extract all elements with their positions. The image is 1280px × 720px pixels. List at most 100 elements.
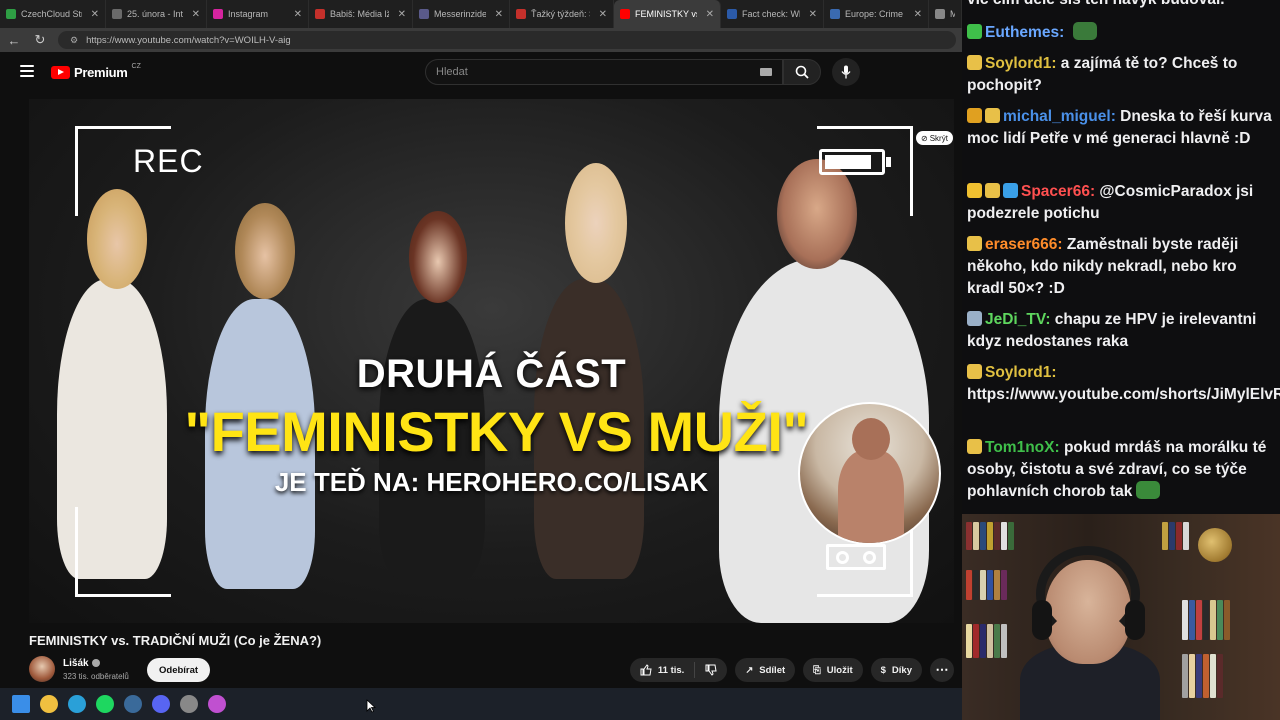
- tab-close-icon[interactable]: ✕: [91, 9, 99, 20]
- chat-badge-icon[interactable]: [967, 311, 982, 326]
- chat-message: Spacer66: @CosmicParadox jsi podezrele p…: [967, 183, 1254, 222]
- chat-badge-icon[interactable]: [967, 55, 982, 70]
- search-icon: [795, 65, 809, 79]
- windows-start-icon[interactable]: [12, 695, 30, 713]
- browser-tab[interactable]: CzechCloud Strea ✕: [0, 0, 106, 28]
- channel-name-row[interactable]: Lišák: [63, 658, 129, 669]
- thanks-label: Díky: [891, 664, 912, 676]
- obs-icon[interactable]: [180, 695, 198, 713]
- thanks-icon: $: [880, 664, 886, 676]
- chat-message-fragment: víc čím déle sis ten návyk budoval.: [967, 0, 1277, 11]
- thanks-button[interactable]: $ Díky: [870, 658, 922, 682]
- tab-close-icon[interactable]: ✕: [294, 9, 302, 20]
- mouse-cursor-icon: [366, 699, 376, 713]
- discord-icon[interactable]: [152, 695, 170, 713]
- browser-tab[interactable]: Ma: [929, 0, 962, 28]
- tab-close-icon[interactable]: ✕: [914, 9, 922, 20]
- tab-close-icon[interactable]: ✕: [809, 9, 817, 20]
- headphone-earcup-left: [1032, 600, 1052, 640]
- tab-close-icon[interactable]: ✕: [706, 9, 714, 20]
- voice-search-button[interactable]: [832, 58, 860, 86]
- browser-tab[interactable]: Messerinzidenz ✕: [413, 0, 510, 28]
- tab-label: Europe: Crime Ind: [845, 9, 905, 19]
- search-button[interactable]: [783, 59, 821, 85]
- chat-badge-icon[interactable]: [1003, 183, 1018, 198]
- file-explorer-icon[interactable]: [40, 695, 58, 713]
- battery-icon: [819, 149, 891, 175]
- battery-fill: [825, 155, 871, 169]
- chat-badge-icon[interactable]: [967, 364, 982, 379]
- youtube-logo[interactable]: Premium CZ: [51, 63, 141, 80]
- edge-browser-icon[interactable]: [68, 695, 86, 713]
- bookshelf-left: [966, 522, 1014, 550]
- like-count: 11 tis.: [657, 664, 685, 676]
- stream-chat: víc čím déle sis ten návyk budoval. Euth…: [962, 0, 1280, 514]
- chat-username[interactable]: Spacer66: [1021, 183, 1090, 200]
- cassette-icon: [826, 544, 886, 570]
- chat-username[interactable]: Euthemes: [985, 24, 1059, 41]
- like-button[interactable]: 11 tis.: [630, 658, 694, 682]
- hide-label: Skrýt: [929, 133, 948, 143]
- like-dislike-group: 11 tis.: [629, 658, 728, 682]
- channel-name: Lišák: [63, 657, 89, 669]
- video-player[interactable]: REC ⊘ Skrýt DRUHÁ ČÁST "FEMINISTKY VS MU…: [29, 99, 954, 623]
- search-input[interactable]: Hledat: [425, 59, 783, 85]
- browser-tab[interactable]: Fact check: Which ✕: [721, 0, 824, 28]
- url-text: https://www.youtube.com/watch?v=WOILH-V-…: [86, 34, 291, 46]
- chat-message-text: https://www.youtube.com/shorts/JiMylElvR…: [967, 386, 1280, 403]
- bookshelf-right-3: [1182, 654, 1223, 698]
- keyboard-icon[interactable]: [760, 68, 772, 76]
- chat-username[interactable]: JeDi_TV: [985, 311, 1045, 328]
- dislike-button[interactable]: [695, 658, 727, 682]
- copilot-icon[interactable]: [208, 695, 226, 713]
- browser-tab[interactable]: FEMINISTKY vs. TR ✕: [614, 0, 721, 28]
- tab-close-icon[interactable]: ✕: [495, 9, 503, 20]
- back-arrow-icon[interactable]: ←: [6, 33, 22, 48]
- more-options-icon[interactable]: ⋯: [930, 658, 954, 682]
- tab-close-icon[interactable]: ✕: [398, 9, 406, 20]
- tab-label: Messerinzidenz: [434, 9, 486, 19]
- steam-icon[interactable]: [124, 695, 142, 713]
- spotify-icon[interactable]: [96, 695, 114, 713]
- tab-favicon-icon: [112, 9, 122, 19]
- chat-message: michal_miguel: Dneska to řeší kurva moc …: [967, 108, 1272, 147]
- chat-username[interactable]: Soylord1: [985, 364, 1051, 381]
- chat-badge-icon[interactable]: [967, 236, 982, 251]
- chat-badge-icon[interactable]: [967, 24, 982, 39]
- chat-message: eraser666: Zaměstnali byste raději někoh…: [967, 236, 1239, 297]
- channel-avatar[interactable]: [29, 656, 55, 682]
- chat-badge-icon[interactable]: [967, 183, 982, 198]
- save-button[interactable]: ⎘ Uložit: [803, 658, 863, 682]
- browser-tab[interactable]: Europe: Crime Ind ✕: [824, 0, 929, 28]
- browser-tab[interactable]: Babiš: Média lžou ✕: [309, 0, 413, 28]
- tab-favicon-icon: [6, 9, 16, 19]
- url-field[interactable]: ⚙ https://www.youtube.com/watch?v=WOILH-…: [58, 31, 956, 49]
- hide-button[interactable]: ⊘ Skrýt: [916, 131, 953, 145]
- tab-label: Ma: [950, 9, 955, 19]
- video-title: FEMINISTKY vs. TRADIČNÍ MUŽI (Co je ŽENA…: [29, 633, 322, 648]
- share-button[interactable]: ↗ Sdílet: [735, 658, 796, 682]
- chat-username[interactable]: michal_miguel: [1003, 108, 1111, 125]
- subscribe-button[interactable]: Odebírat: [147, 658, 211, 682]
- browser-tab[interactable]: Instagram ✕: [207, 0, 309, 28]
- chat-badge-icon[interactable]: [967, 439, 982, 454]
- browser-tab[interactable]: Ťažký týždeň: Slo ✕: [510, 0, 614, 28]
- chat-badge-icon[interactable]: [985, 183, 1000, 198]
- tab-close-icon[interactable]: ✕: [599, 9, 607, 20]
- chat-username[interactable]: Soylord1: [985, 55, 1051, 72]
- headphone-earcup-right: [1125, 600, 1145, 640]
- globe-decoration: [1198, 528, 1232, 562]
- chat-badge-icon[interactable]: [967, 108, 982, 123]
- tab-close-icon[interactable]: ✕: [192, 9, 200, 20]
- browser-tab[interactable]: 25. února - Interv ✕: [106, 0, 207, 28]
- reload-icon[interactable]: ↻: [32, 32, 48, 48]
- chat-username[interactable]: Tom1noX: [985, 439, 1054, 456]
- chat-username[interactable]: eraser666: [985, 236, 1057, 253]
- site-info-icon[interactable]: ⚙: [70, 35, 78, 46]
- chat-badge-icon[interactable]: [985, 108, 1000, 123]
- person-3-head: [409, 211, 467, 303]
- menu-icon[interactable]: [20, 65, 34, 77]
- tab-label: 25. února - Interv: [127, 9, 183, 19]
- rec-label: REC: [133, 143, 204, 179]
- person-2-head: [235, 203, 295, 299]
